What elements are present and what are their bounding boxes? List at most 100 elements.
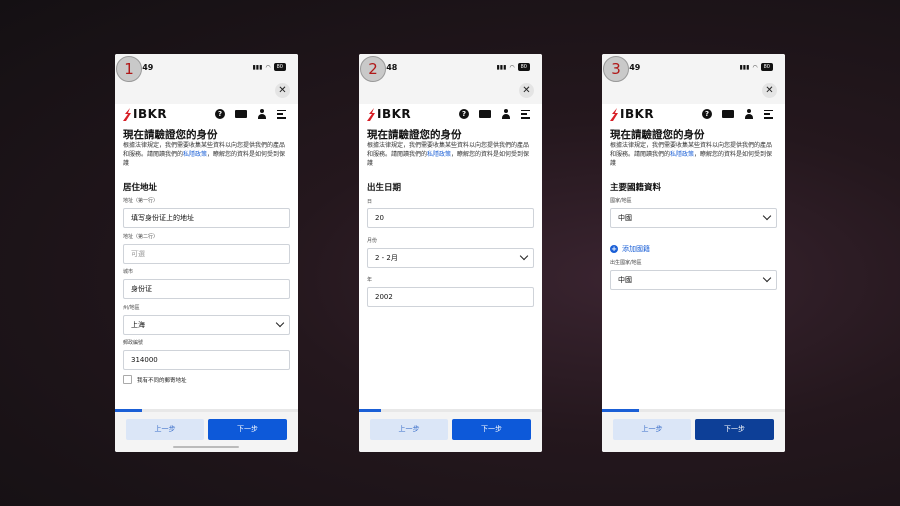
home-indicator [173,446,239,448]
zip-input[interactable]: 314000 [123,350,290,370]
help-icon[interactable]: ? [702,109,712,119]
id-card-icon[interactable] [479,110,491,118]
section-title: 居住地址 [123,183,158,193]
id-card-icon[interactable] [722,110,734,118]
page-description: 根據法律規定，我們需要收集某些資料以向您提供我們的產品和服務。請閱讀我們的私隱政… [367,142,530,167]
mailing-address-checkbox-label: 我有不同的郵寄地址 [137,378,187,384]
ibkr-logo: IBKR [610,107,654,121]
battery-icon: 80 [273,63,286,71]
footer-bar: 上一步 下一步 [115,412,298,452]
header-icons: ? [459,109,530,119]
chevron-down-icon [762,273,772,283]
app-header: IBKR ? [602,104,785,126]
country-select[interactable]: 中國 [610,208,777,228]
prev-button[interactable]: 上一步 [126,419,204,440]
user-icon[interactable] [501,109,511,119]
city-label: 城市 [123,269,134,275]
address-line1-input[interactable]: 填写身份证上的地址 [123,208,290,228]
city-input[interactable]: 身份证 [123,279,290,299]
brand-name: IBKR [133,107,168,121]
system-icons: ▮▮▮ ◠ 80 [252,63,286,71]
chevron-down-icon [519,251,529,261]
system-icons: ▮▮▮ ◠ 80 [739,63,773,71]
day-input[interactable]: 20 [367,208,534,228]
plus-icon: + [610,245,618,253]
battery-icon: 80 [517,63,530,71]
app-header: IBKR ? [115,104,298,126]
chevron-down-icon [762,211,772,221]
prev-button[interactable]: 上一步 [370,419,448,440]
close-button[interactable]: ✕ [519,83,534,98]
year-input[interactable]: 2002 [367,287,534,307]
month-label: 月份 [367,238,378,244]
user-icon[interactable] [744,109,754,119]
ibkr-logo: IBKR [123,107,167,121]
menu-icon[interactable] [764,109,773,119]
zip-label: 郵政編號 [123,340,144,346]
state-select[interactable]: 上海 [123,315,290,335]
page-description: 根據法律規定，我們需要收集某些資料以向您提供我們的產品和服務。請閱讀我們的私隱政… [123,142,286,167]
footer-bar: 上一步 下一步 [602,412,785,452]
system-icons: ▮▮▮ ◠ 80 [496,63,530,71]
signal-icon: ▮▮▮ [496,63,507,71]
birth-country-select[interactable]: 中國 [610,270,777,290]
top-bar [359,84,542,104]
wifi-icon: ◠ [509,63,515,71]
address-line2-label: 地址（第二行） [123,234,159,240]
status-bar: :49 ▮▮▮ ◠ 80 [115,54,298,84]
footer-bar: 上一步 下一步 [359,412,542,452]
top-bar [115,84,298,104]
phone-screen-1: :49 ▮▮▮ ◠ 80 1 ✕ IBKR ? 現在請驗證您的身份 根據法律規定… [115,54,298,452]
section-title: 主要國籍資料 [610,183,662,193]
header-icons: ? [702,109,773,119]
address-line2-input[interactable]: 可選 [123,244,290,264]
status-bar: :49 ▮▮▮ ◠ 80 [602,54,785,84]
ibkr-logo-mark-icon [367,107,375,121]
ibkr-logo-mark-icon [123,107,131,121]
status-bar: :48 ▮▮▮ ◠ 80 [359,54,542,84]
help-icon[interactable]: ? [215,109,225,119]
signal-icon: ▮▮▮ [739,63,750,71]
step-badge: 3 [603,56,629,82]
page-title: 現在請驗證您的身份 [123,129,218,141]
state-label: 州/地區 [123,305,140,311]
signal-icon: ▮▮▮ [252,63,263,71]
address-line1-label: 地址（第一行） [123,198,159,204]
ibkr-logo-mark-icon [610,107,618,121]
battery-icon: 80 [760,63,773,71]
add-nationality-link[interactable]: + 添加國籍 [610,244,650,254]
header-icons: ? [215,109,286,119]
id-card-icon[interactable] [235,110,247,118]
next-button[interactable]: 下一步 [695,419,774,440]
day-label: 日 [367,199,373,205]
section-title: 出生日期 [367,183,402,193]
user-icon[interactable] [257,109,267,119]
privacy-policy-link[interactable]: 私隱政策 [670,151,694,158]
country-label: 國家/地區 [610,198,632,204]
phone-screen-2: :48 ▮▮▮ ◠ 80 2 ✕ IBKR ? 現在請驗證您的身份 根據法律規定… [359,54,542,452]
mailing-address-checkbox[interactable] [123,375,132,384]
wifi-icon: ◠ [265,63,271,71]
close-button[interactable]: ✕ [762,83,777,98]
phone-screen-3: :49 ▮▮▮ ◠ 80 3 ✕ IBKR ? 現在請驗證您的身份 根據法律規定… [602,54,785,452]
privacy-policy-link[interactable]: 私隱政策 [183,151,207,158]
help-icon[interactable]: ? [459,109,469,119]
app-header: IBKR ? [359,104,542,126]
privacy-policy-link[interactable]: 私隱政策 [427,151,451,158]
close-button[interactable]: ✕ [275,83,290,98]
menu-icon[interactable] [277,109,286,119]
page-description: 根據法律規定，我們需要收集某些資料以向您提供我們的產品和服務。請閱讀我們的私隱政… [610,142,773,167]
chevron-down-icon [275,318,285,328]
step-badge: 2 [360,56,386,82]
next-button[interactable]: 下一步 [208,419,287,440]
ibkr-logo: IBKR [367,107,411,121]
birth-country-label: 出生國家/地區 [610,260,642,266]
menu-icon[interactable] [521,109,530,119]
year-label: 年 [367,277,373,283]
top-bar [602,84,785,104]
brand-name: IBKR [620,107,655,121]
month-select[interactable]: 2 - 2月 [367,248,534,268]
next-button[interactable]: 下一步 [452,419,531,440]
page-title: 現在請驗證您的身份 [610,129,705,141]
prev-button[interactable]: 上一步 [613,419,691,440]
